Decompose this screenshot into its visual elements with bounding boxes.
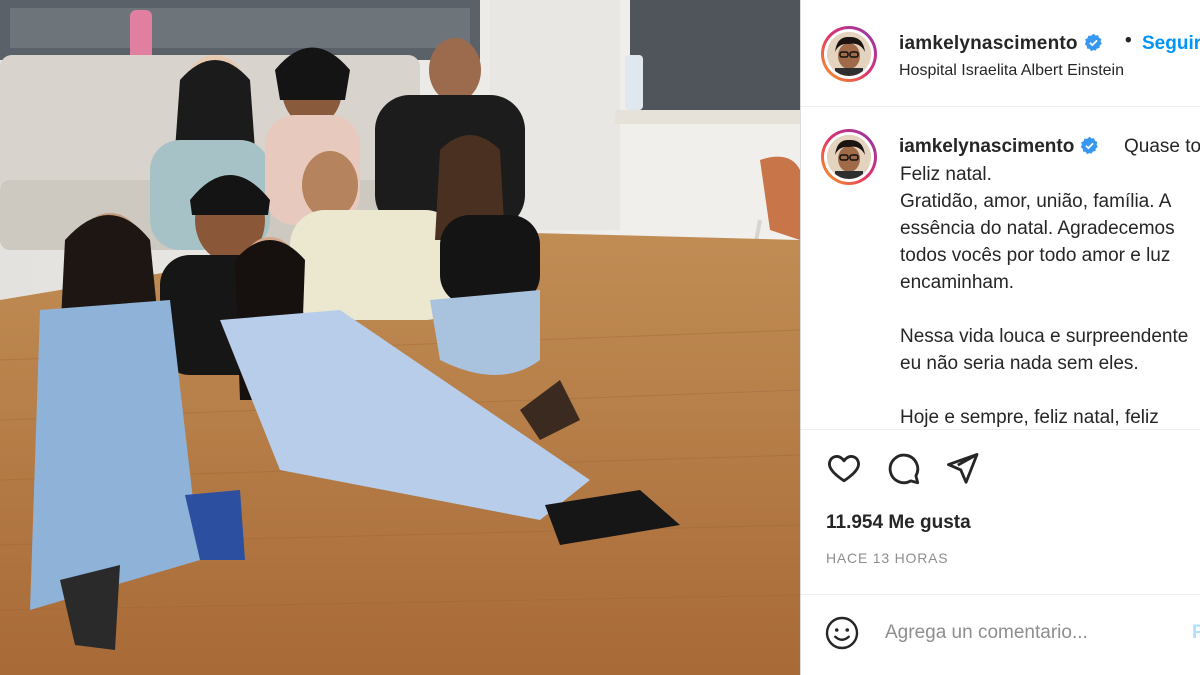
caption-line: Feliz natal. [900, 164, 992, 185]
header-divider [801, 106, 1200, 107]
caption-divider [801, 429, 1200, 430]
avatar-image [827, 135, 871, 179]
comment-icon[interactable] [885, 450, 921, 486]
post-location[interactable]: Hospital Israelita Albert Einstein [899, 62, 1124, 80]
post-photo[interactable] [0, 0, 800, 675]
share-icon[interactable] [944, 450, 980, 486]
caption-line: Nessa vida louca e surpreendente [900, 326, 1189, 347]
caption-line: todos vocês por todo amor e luz [900, 245, 1171, 266]
follow-button[interactable]: Seguir [1142, 33, 1200, 55]
caption-line: Hoje e sempre, feliz natal, feliz [900, 407, 1159, 428]
caption-line: Gratidão, amor, união, família. A [900, 191, 1172, 212]
caption-username[interactable]: iamkelynascimento [899, 136, 1074, 157]
caption-avatar[interactable] [821, 129, 877, 185]
caption-text: Feliz natal. Gratidão, amor, união, famí… [900, 161, 1200, 458]
author-username[interactable]: iamkelynascimento [899, 33, 1078, 54]
verified-badge-icon [1081, 136, 1099, 155]
post-sidebar: iamkelynascimento • Seguir Hospital Isra… [801, 0, 1200, 675]
likes-count[interactable]: 11.954 Me gusta [826, 512, 971, 534]
verified-badge-icon [1084, 33, 1102, 52]
group-photo-illustration [0, 0, 800, 675]
header-separator: • [1125, 30, 1132, 51]
comment-divider [801, 594, 1200, 595]
avatar-image [827, 32, 871, 76]
caption-line: encaminham. [900, 272, 1015, 293]
post-timestamp[interactable]: HACE 13 HORAS [826, 550, 948, 566]
emoji-icon[interactable] [824, 615, 860, 651]
heart-icon[interactable] [826, 450, 862, 486]
publish-button[interactable]: Publicar [1192, 622, 1200, 644]
caption-first-line: Quase todos [1124, 136, 1200, 157]
caption-line: eu não seria nada sem eles. [900, 353, 1139, 374]
comment-input[interactable]: Agrega un comentario... [885, 622, 1088, 644]
caption-line: essência do natal. Agradecemos [900, 218, 1175, 239]
author-avatar[interactable] [821, 26, 877, 82]
